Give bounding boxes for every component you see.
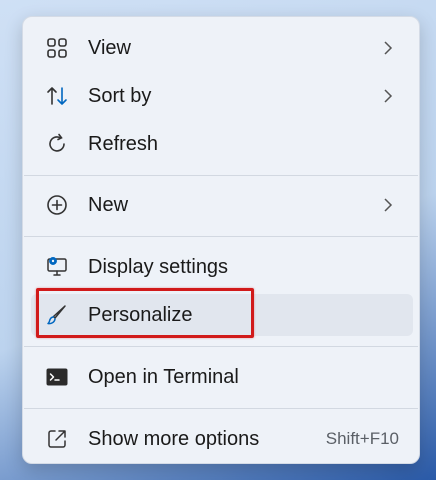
menu-item-label: Sort by: [88, 84, 152, 107]
menu-item-label: Open in Terminal: [88, 365, 239, 388]
menu-item-label: New: [88, 193, 129, 216]
menu-separator: [24, 408, 418, 409]
menu-item-display-settings[interactable]: Display settings: [31, 246, 413, 288]
menu-separator: [24, 175, 418, 176]
menu-item-label: View: [88, 36, 131, 59]
menu-item-view[interactable]: View: [31, 27, 413, 69]
refresh-icon: [45, 132, 69, 156]
menu-item-sort-by[interactable]: Sort by: [31, 75, 413, 117]
terminal-icon: [45, 365, 69, 389]
sort-icon: [45, 84, 69, 108]
menu-item-refresh[interactable]: Refresh: [31, 123, 413, 165]
menu-item-new[interactable]: New: [31, 184, 413, 226]
menu-item-label: Show more options: [88, 427, 260, 450]
chevron-right-icon: [381, 40, 395, 56]
chevron-right-icon: [381, 197, 395, 213]
menu-item-open-in-terminal[interactable]: Open in Terminal: [31, 356, 413, 398]
brush-icon: [45, 303, 69, 327]
grid-icon: [45, 36, 69, 60]
plus-circle-icon: [45, 193, 69, 217]
menu-separator: [24, 236, 418, 237]
open-external-icon: [45, 427, 69, 451]
keyboard-shortcut: Shift+F10: [325, 429, 399, 448]
menu-item-personalize[interactable]: Personalize: [31, 294, 413, 336]
chevron-right-icon: [381, 88, 395, 104]
desktop-context-menu: View Sort by Refresh New Display setting…: [22, 16, 420, 464]
menu-item-label: Personalize: [88, 303, 193, 326]
menu-item-label: Display settings: [88, 255, 229, 278]
display-settings-icon: [45, 255, 69, 279]
menu-item-label: Refresh: [88, 132, 159, 155]
menu-separator: [24, 346, 418, 347]
menu-item-show-more-options[interactable]: Show more options Shift+F10: [31, 418, 413, 460]
